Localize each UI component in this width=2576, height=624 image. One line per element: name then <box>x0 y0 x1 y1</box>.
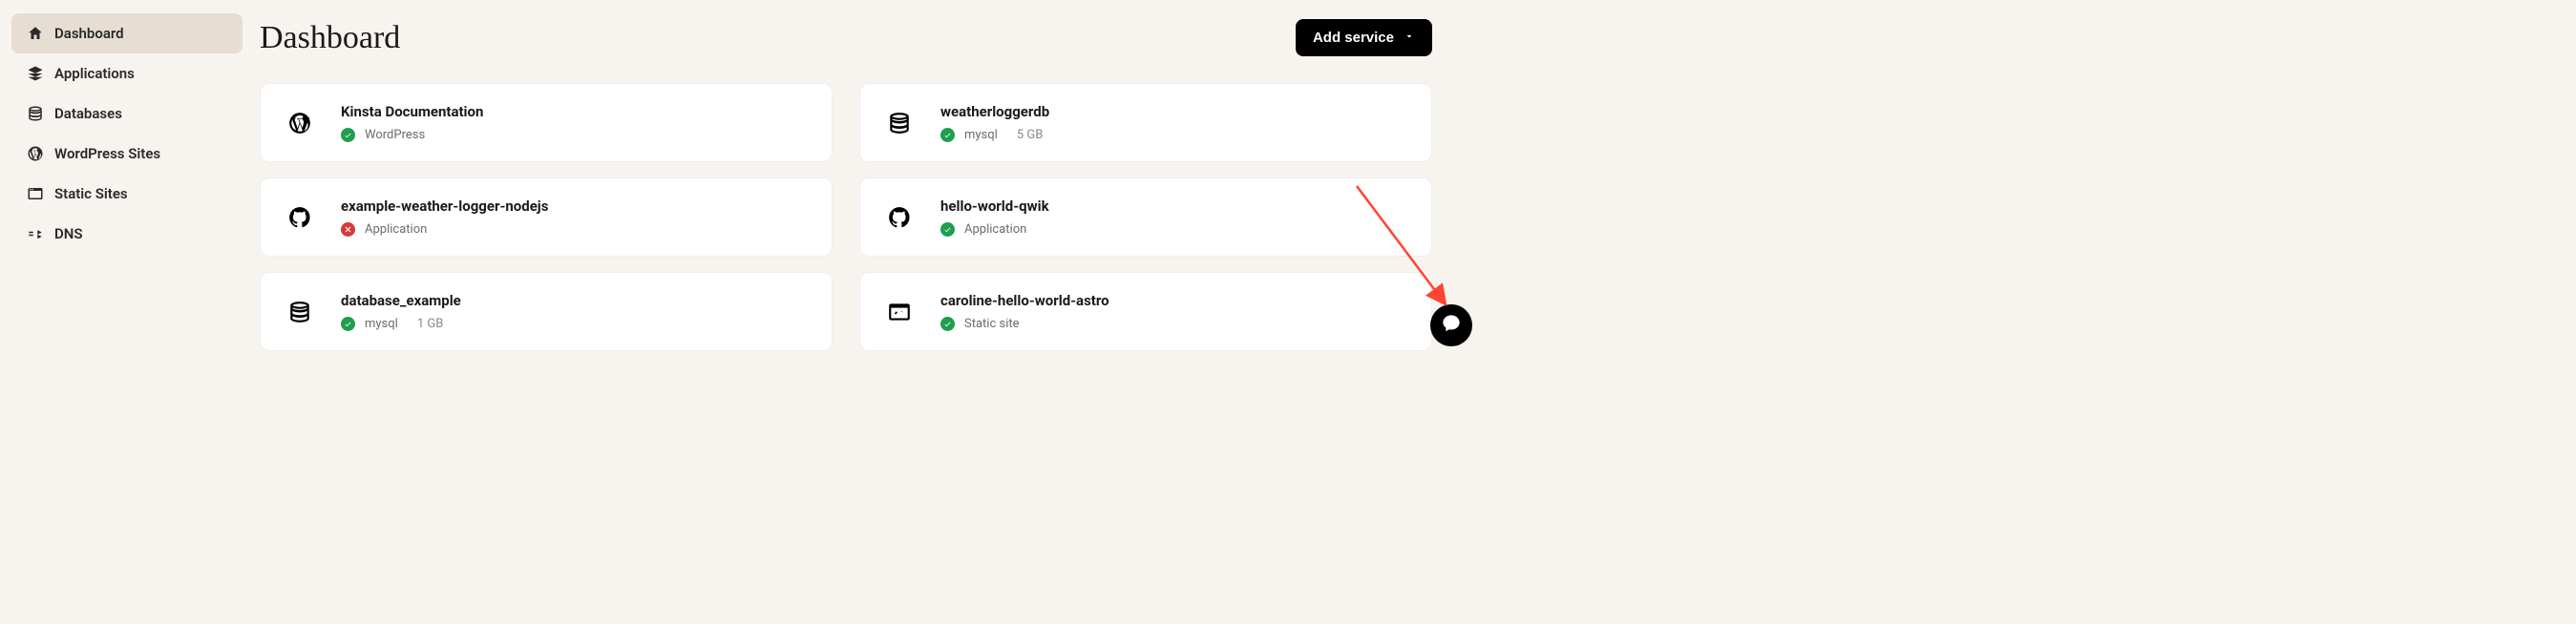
chevron-down-icon <box>1404 30 1415 46</box>
card-type: Application <box>365 222 427 237</box>
sidebar: Dashboard Applications Databases WordPre… <box>11 13 243 351</box>
card-body: caroline-hello-world-astro Static site <box>940 292 1109 331</box>
status-ok-icon <box>940 222 955 237</box>
sidebar-item-dashboard[interactable]: Dashboard <box>11 13 243 53</box>
card-type: WordPress <box>365 128 425 142</box>
card-type: mysql <box>964 128 998 142</box>
card-body: database_example mysql 1 GB <box>341 292 461 331</box>
dns-icon <box>27 225 44 242</box>
sidebar-item-label: Static Sites <box>54 185 128 202</box>
card-body: hello-world-qwik Application <box>940 198 1049 237</box>
github-icon <box>887 205 912 230</box>
sidebar-item-label: Dashboard <box>54 25 124 42</box>
chat-button[interactable] <box>1430 304 1472 346</box>
card-type: Static site <box>964 317 1020 331</box>
main-content: Dashboard Add service Kinsta Documentati… <box>260 13 1474 351</box>
card-body: Kinsta Documentation WordPress <box>341 103 483 142</box>
status-ok-icon <box>341 128 355 142</box>
card-type: Application <box>964 222 1026 237</box>
card-title: Kinsta Documentation <box>341 103 483 120</box>
card-title: example-weather-logger-nodejs <box>341 198 548 215</box>
sidebar-item-databases[interactable]: Databases <box>11 94 243 134</box>
sidebar-item-applications[interactable]: Applications <box>11 53 243 94</box>
browser-icon <box>27 185 44 202</box>
status-ok-icon <box>940 128 955 142</box>
card-meta: mysql 1 GB <box>341 317 461 331</box>
card-type: mysql <box>365 317 398 331</box>
status-ok-icon <box>940 317 955 331</box>
card-body: weatherloggerdb mysql 5 GB <box>940 103 1049 142</box>
cards-grid: Kinsta Documentation WordPress weatherlo… <box>260 83 1432 351</box>
sidebar-item-static-sites[interactable]: Static Sites <box>11 174 243 214</box>
sidebar-item-label: WordPress Sites <box>54 145 160 162</box>
card-meta: Static site <box>940 317 1109 331</box>
home-icon <box>27 25 44 42</box>
card-title: hello-world-qwik <box>940 198 1049 215</box>
page-title: Dashboard <box>260 20 400 56</box>
card-title: caroline-hello-world-astro <box>940 292 1109 309</box>
sidebar-item-label: Databases <box>54 105 122 122</box>
service-card[interactable]: database_example mysql 1 GB <box>260 272 833 351</box>
service-card[interactable]: caroline-hello-world-astro Static site <box>859 272 1432 351</box>
github-icon <box>287 205 312 230</box>
sidebar-item-wordpress-sites[interactable]: WordPress Sites <box>11 134 243 174</box>
chat-icon <box>1441 313 1462 338</box>
status-error-icon <box>341 222 355 237</box>
wordpress-icon <box>287 111 312 135</box>
static-icon <box>887 300 912 324</box>
card-meta: WordPress <box>341 128 483 142</box>
card-meta: Application <box>940 222 1049 237</box>
database-icon <box>287 300 312 324</box>
card-meta: mysql 5 GB <box>940 128 1049 142</box>
database-icon <box>887 111 912 135</box>
sidebar-item-label: Applications <box>54 65 135 82</box>
add-service-button[interactable]: Add service <box>1296 19 1432 56</box>
card-meta: Application <box>341 222 548 237</box>
card-body: example-weather-logger-nodejs Applicatio… <box>341 198 548 237</box>
card-title: database_example <box>341 292 461 309</box>
service-card[interactable]: hello-world-qwik Application <box>859 177 1432 257</box>
sidebar-item-label: DNS <box>54 225 83 242</box>
card-extra: 1 GB <box>417 317 444 331</box>
card-title: weatherloggerdb <box>940 103 1049 120</box>
service-card[interactable]: Kinsta Documentation WordPress <box>260 83 833 162</box>
layers-icon <box>27 65 44 82</box>
header: Dashboard Add service <box>260 19 1432 56</box>
wordpress-icon <box>27 145 44 162</box>
status-ok-icon <box>341 317 355 331</box>
sidebar-item-dns[interactable]: DNS <box>11 214 243 254</box>
add-service-label: Add service <box>1313 30 1394 46</box>
service-card[interactable]: weatherloggerdb mysql 5 GB <box>859 83 1432 162</box>
service-card[interactable]: example-weather-logger-nodejs Applicatio… <box>260 177 833 257</box>
database-icon <box>27 105 44 122</box>
card-extra: 5 GB <box>1017 128 1044 142</box>
